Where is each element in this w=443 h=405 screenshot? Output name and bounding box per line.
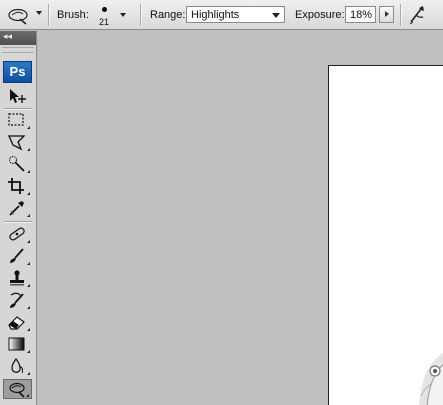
brush-tip-icon [102,7,107,12]
submenu-indicator [27,192,30,195]
clone-stamp-tool[interactable] [3,268,32,288]
exposure-slider-button[interactable] [379,6,394,23]
airbrush-button[interactable] [406,3,432,27]
workspace [38,31,443,405]
eraser-tool[interactable] [3,312,32,332]
tools-panel-header[interactable]: ◂◂ [0,31,36,45]
crop-tool[interactable] [3,176,32,196]
photoshop-logo[interactable]: Ps [3,61,32,83]
healing-brush-tool[interactable] [3,224,32,244]
submenu-indicator [27,262,30,265]
submenu-indicator [27,372,30,375]
submenu-indicator [26,394,29,397]
brush-picker[interactable]: 21 [94,2,116,28]
divider [4,221,32,223]
blur-tool[interactable] [3,356,32,376]
submenu-indicator [27,350,30,353]
submenu-indicator [27,306,30,309]
chevron-down-icon [272,13,280,18]
panel-grip[interactable] [2,47,34,53]
range-select[interactable]: Highlights [186,6,285,23]
slice-tool[interactable] [3,198,32,218]
tool-preset-picker[interactable] [4,4,42,26]
brush-dropdown-chevron-icon[interactable] [120,13,126,17]
airbrush-icon [406,6,432,30]
move-tool[interactable] [3,86,32,106]
brush-size: 21 [99,17,110,27]
submenu-indicator [27,240,30,243]
dodge-tool[interactable] [3,379,32,399]
history-brush-tool[interactable] [3,290,32,310]
separator [400,4,402,26]
submenu-indicator [27,328,30,331]
quick-selection-tool[interactable] [3,154,32,174]
gradient-tool[interactable] [3,334,32,354]
lasso-tool[interactable] [3,132,32,152]
chevron-down-icon [36,11,42,15]
submenu-indicator [27,148,30,151]
exposure-label: Exposure: [295,9,345,21]
submenu-indicator [27,170,30,173]
submenu-indicator [27,284,30,287]
collapse-icon[interactable]: ◂◂ [3,32,12,42]
canvas-artwork [419,352,443,405]
exposure-value: 18% [350,9,373,21]
tools-panel: ◂◂ Ps [0,31,37,405]
chevron-right-icon [385,11,389,17]
submenu-indicator [27,214,30,217]
range-value: Highlights [191,9,240,21]
submenu-indicator [27,126,30,129]
options-bar: Brush: 21 Range: Highlights Exposure: 18… [0,0,443,30]
brush-label: Brush: [57,9,89,21]
exposure-input[interactable]: 18% [345,6,376,23]
separator [48,4,50,26]
range-label: Range: [150,9,186,21]
document-canvas[interactable] [328,65,443,405]
separator [140,4,142,26]
rectangular-marquee-tool[interactable] [3,110,32,130]
brush-tool[interactable] [3,246,32,266]
